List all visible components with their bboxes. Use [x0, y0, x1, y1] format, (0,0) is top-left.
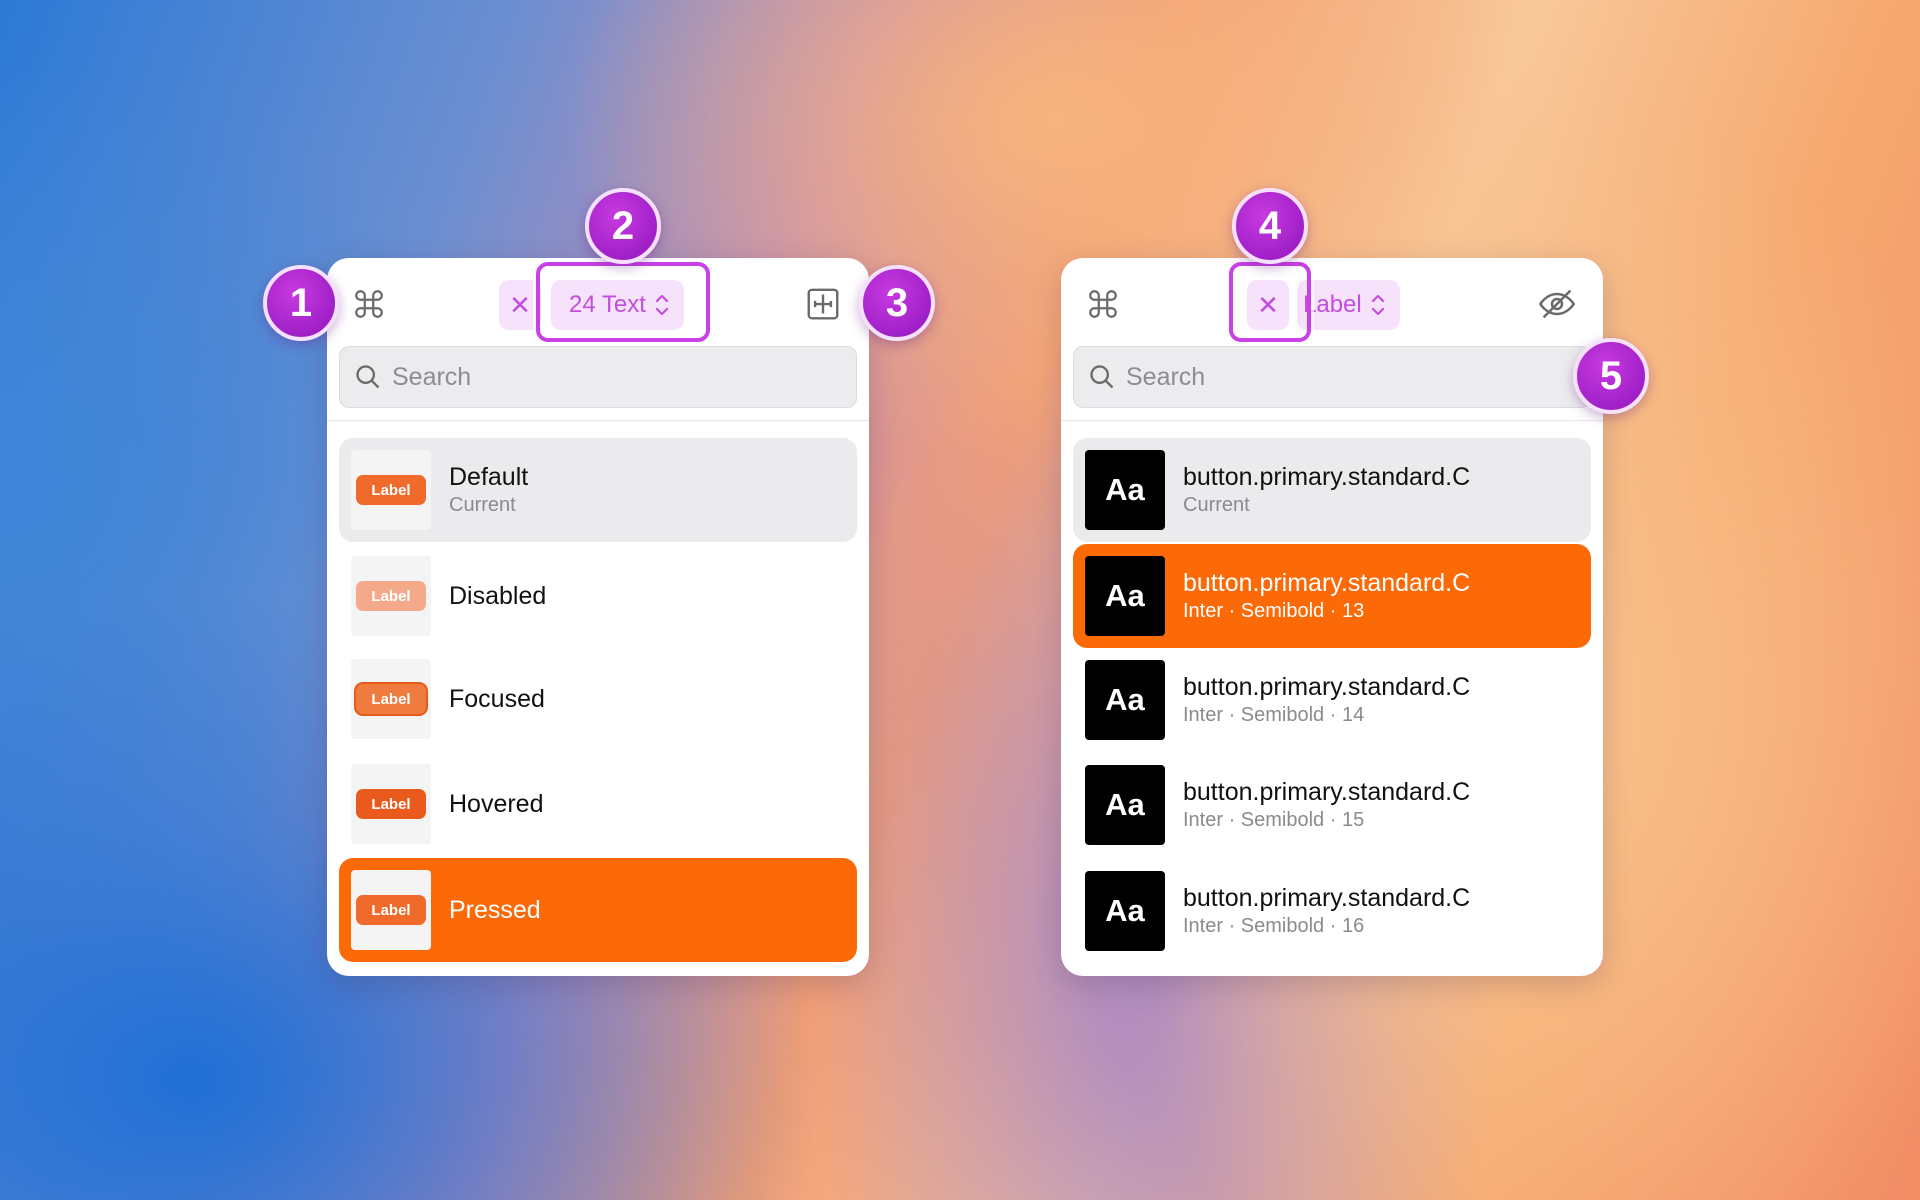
- callout-badge-2: 2: [585, 188, 661, 264]
- item-subtitle: Current: [449, 494, 516, 516]
- item-title: button.primary.standard.C: [1183, 778, 1471, 806]
- font-preview: Aa: [1085, 450, 1165, 530]
- font-preview: Aa: [1085, 660, 1165, 740]
- thumbnail: Label: [351, 659, 431, 739]
- command-icon[interactable]: [349, 284, 389, 324]
- list-item-selected[interactable]: Label Pressed: [339, 858, 857, 962]
- font-preview: Aa: [1085, 556, 1165, 636]
- list-item[interactable]: Aa button.primary.standard.C Inter · Semi…: [1073, 648, 1591, 752]
- component-picker-panel: ✕ 24 Text Search Label Default Current La…: [327, 258, 869, 976]
- label-preview: Label: [356, 789, 426, 819]
- search-field[interactable]: Search: [339, 346, 857, 408]
- divider: [327, 420, 869, 421]
- item-title: button.primary.standard.C: [1183, 569, 1471, 597]
- chevron-updown-icon: [1371, 294, 1384, 316]
- item-title: Pressed: [449, 896, 541, 924]
- search-placeholder: Search: [1126, 362, 1206, 391]
- search-icon: [356, 365, 380, 389]
- highlight-selector: [536, 262, 710, 342]
- font-preview: Aa: [1085, 765, 1165, 845]
- list-item-selected[interactable]: Aa button.primary.standard.C Inter · Semi…: [1073, 544, 1591, 648]
- search-placeholder: Search: [392, 362, 472, 391]
- highlight-clear: [1229, 262, 1311, 342]
- font-preview: Aa: [1085, 871, 1165, 951]
- thumbnail: Label: [351, 764, 431, 844]
- item-title: button.primary.standard.C: [1183, 673, 1471, 701]
- item-title: Default: [449, 463, 529, 491]
- item-subtitle: Inter · Semibold · 15: [1183, 809, 1365, 831]
- divider: [1061, 420, 1603, 421]
- item-subtitle: Inter · Semibold · 16: [1183, 915, 1365, 937]
- callout-badge-3: 3: [859, 265, 935, 341]
- item-title: button.primary.standard.C: [1183, 884, 1471, 912]
- item-subtitle: Inter · Semibold · 14: [1183, 704, 1365, 726]
- type-selector-label: Label: [1303, 291, 1362, 318]
- list-item[interactable]: Label Default Current: [339, 438, 857, 542]
- eye-slash-icon[interactable]: [1537, 284, 1577, 324]
- label-preview: Label: [356, 895, 426, 925]
- command-icon[interactable]: [1083, 284, 1123, 324]
- list-item[interactable]: Aa button.primary.standard.C Inter · Semi…: [1073, 859, 1591, 963]
- item-subtitle: Current: [1183, 494, 1250, 516]
- search-icon: [1090, 365, 1114, 389]
- search-field[interactable]: Search: [1073, 346, 1591, 408]
- list-item[interactable]: Label Focused: [339, 647, 857, 751]
- clear-filter-button[interactable]: ✕: [499, 280, 541, 330]
- text-resize-icon[interactable]: [803, 284, 843, 324]
- callout-badge-4: 4: [1232, 188, 1308, 264]
- label-preview: Label: [356, 581, 426, 611]
- toolbar: ✕ Label: [1061, 258, 1603, 346]
- callout-badge-5: 5: [1573, 338, 1649, 414]
- list-item[interactable]: Label Disabled: [339, 544, 857, 648]
- thumbnail: Label: [351, 556, 431, 636]
- list-item[interactable]: Aa button.primary.standard.C Inter · Semi…: [1073, 753, 1591, 857]
- item-title: Disabled: [449, 582, 547, 610]
- thumbnail: Label: [351, 870, 431, 950]
- item-subtitle: Inter · Semibold · 13: [1183, 600, 1365, 622]
- item-title: Focused: [449, 685, 545, 713]
- text-style-picker-panel: ✕ Label Search Aa button.primary.standar…: [1061, 258, 1603, 976]
- label-preview: Label: [356, 684, 426, 714]
- thumbnail: Label: [351, 450, 431, 530]
- close-icon: ✕: [509, 289, 531, 320]
- type-selector[interactable]: Label: [1297, 280, 1400, 330]
- list-item[interactable]: Aa button.primary.standard.C Current: [1073, 438, 1591, 542]
- list-item[interactable]: Label Hovered: [339, 752, 857, 856]
- label-preview: Label: [356, 475, 426, 505]
- item-title: button.primary.standard.C: [1183, 463, 1471, 491]
- item-title: Hovered: [449, 790, 544, 818]
- callout-badge-1: 1: [263, 265, 339, 341]
